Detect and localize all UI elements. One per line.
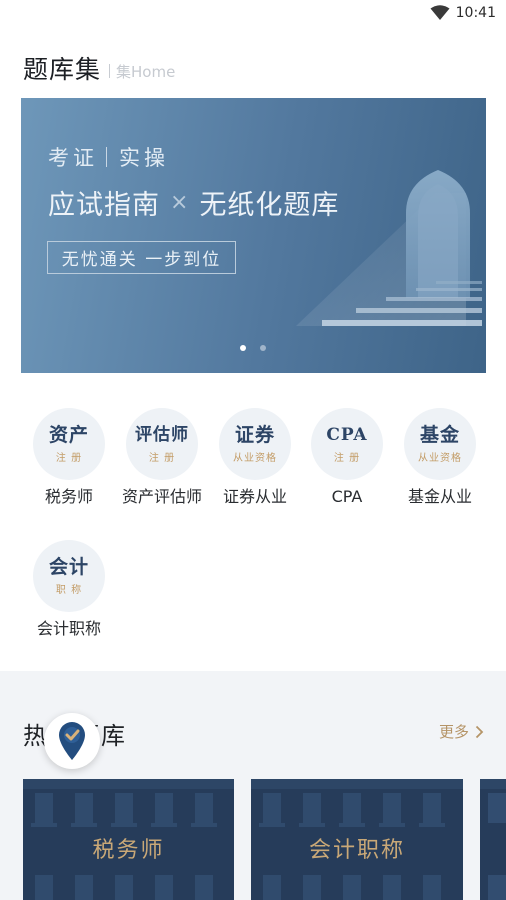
wifi-icon xyxy=(430,5,450,20)
more-link[interactable]: 更多 xyxy=(439,721,484,742)
category-item-tax-advisor[interactable]: 资产 注 册 税务师 xyxy=(23,408,115,507)
category-badge: 评估师 注 册 xyxy=(126,408,198,480)
banner-pagination xyxy=(240,345,266,351)
banner-headline-separator: × xyxy=(170,190,190,215)
title-divider xyxy=(109,64,111,78)
category-badge-title: 基金 xyxy=(419,423,460,446)
card-label: 税务师 xyxy=(92,838,165,863)
banner-category-left: 考证 xyxy=(48,146,98,170)
category-item-cpa[interactable]: CPA 注 册 CPA xyxy=(301,408,393,507)
category-badge-subtitle: 注 册 xyxy=(333,452,361,464)
category-badge-subtitle: 注 册 xyxy=(55,452,83,464)
status-time: 10:41 xyxy=(455,5,496,21)
category-badge-subtitle: 注 册 xyxy=(148,452,176,464)
banner-dot-2[interactable] xyxy=(260,345,266,351)
category-item-fund[interactable]: 基金 从业资格 基金从业 xyxy=(394,408,486,507)
category-item-accounting[interactable]: 会计 职 称 会计职称 xyxy=(23,540,115,639)
category-badge-subtitle: 职 称 xyxy=(55,584,83,596)
category-badge-subtitle: 从业资格 xyxy=(233,452,277,464)
page-title: 题库集 xyxy=(23,55,102,84)
category-label: 证券从业 xyxy=(222,487,287,506)
status-right: 10:41 xyxy=(430,5,496,21)
page-header: 题库集 集Home xyxy=(23,50,175,86)
more-label: 更多 xyxy=(438,723,469,741)
banner-category-right: 实操 xyxy=(119,146,169,170)
hot-card-tax-advisor[interactable]: 税务师 xyxy=(23,779,234,900)
hot-question-banks-section: 热门题库 更多 税务师 xyxy=(0,671,506,900)
hot-card-accounting[interactable]: 会计职称 xyxy=(251,779,463,900)
category-badge-title: 会计 xyxy=(48,555,89,578)
category-badge-subtitle: 从业资格 xyxy=(418,452,462,464)
category-label: 会计职称 xyxy=(36,619,101,638)
category-label: CPA xyxy=(331,487,363,506)
banner-tagline: 无忧通关 一步到位 xyxy=(47,241,236,274)
category-badge-title: CPA xyxy=(326,424,368,445)
banner-headline-left: 应试指南 xyxy=(48,190,160,221)
category-badge: 会计 职 称 xyxy=(33,540,105,612)
category-badge-title: 证券 xyxy=(234,423,275,446)
hot-card-partial[interactable] xyxy=(480,779,506,900)
location-check-icon xyxy=(59,722,85,760)
card-label: 会计职称 xyxy=(308,838,405,863)
banner-category-divider xyxy=(106,147,107,167)
chevron-right-icon xyxy=(475,725,484,738)
status-bar: 10:41 xyxy=(0,0,506,28)
category-badge: 证券 从业资格 xyxy=(219,408,291,480)
banner-dot-1[interactable] xyxy=(240,345,246,351)
banner-headline: 应试指南 × 无纸化题库 xyxy=(48,183,339,222)
category-label: 税务师 xyxy=(44,487,93,506)
banner-illustration xyxy=(296,170,482,326)
banner-headline-right: 无纸化题库 xyxy=(199,190,340,221)
category-label: 基金从业 xyxy=(407,487,472,506)
category-item-asset-appraiser[interactable]: 评估师 注 册 资产评估师 xyxy=(116,408,208,507)
category-badge: CPA 注 册 xyxy=(311,408,383,480)
category-badge-title: 评估师 xyxy=(135,424,189,445)
category-label: 资产评估师 xyxy=(121,487,202,506)
page-subtitle: 集Home xyxy=(116,63,176,81)
category-badge: 资产 注 册 xyxy=(33,408,105,480)
card-pattern xyxy=(480,779,506,900)
promo-banner[interactable]: 考证 实操 应试指南 × 无纸化题库 无忧通关 一步到位 xyxy=(21,98,486,373)
category-badge-title: 资产 xyxy=(48,423,89,446)
category-badge: 基金 从业资格 xyxy=(404,408,476,480)
category-item-securities[interactable]: 证券 从业资格 证券从业 xyxy=(209,408,301,507)
banner-category: 考证 实操 xyxy=(48,142,169,172)
location-fab[interactable] xyxy=(44,713,100,769)
